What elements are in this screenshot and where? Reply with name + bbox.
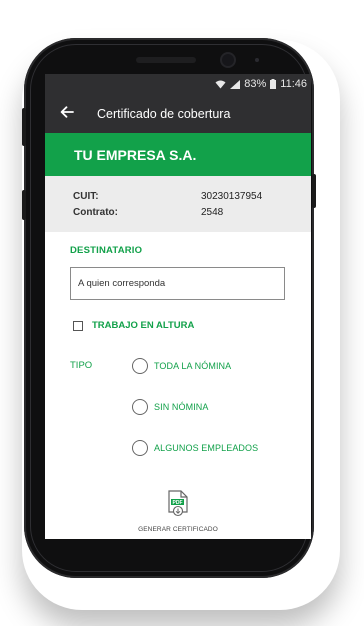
destinatario-label: DESTINATARIO xyxy=(70,245,143,256)
proximity-sensor xyxy=(255,58,259,62)
cuit-label: CUIT: xyxy=(73,191,99,202)
tipo-label: TIPO xyxy=(70,360,93,371)
radio-label: SIN NÓMINA xyxy=(154,402,209,412)
account-info: CUIT: 30230137954 Contrato: 2548 xyxy=(45,176,311,232)
cuit-row: CUIT: 30230137954 xyxy=(73,191,303,202)
pdf-download-icon: PDF xyxy=(167,490,189,523)
power-button xyxy=(312,174,316,208)
clock-time: 11:46 xyxy=(280,78,307,90)
destinatario-input[interactable] xyxy=(70,267,285,300)
wifi-icon xyxy=(215,80,226,89)
radio-circle[interactable] xyxy=(132,440,148,456)
radio-label: TODA LA NÓMINA xyxy=(154,361,232,371)
app-screen: 83% 11:46 Certificado de cobertura TU EM… xyxy=(45,74,311,539)
trabajo-altura-label: TRABAJO EN ALTURA xyxy=(92,320,195,331)
trabajo-altura-checkbox-row[interactable]: TRABAJO EN ALTURA xyxy=(73,320,194,331)
radio-sin-nomina[interactable]: SIN NÓMINA xyxy=(132,399,209,415)
battery-percent: 83% xyxy=(244,78,267,90)
trabajo-altura-checkbox[interactable] xyxy=(73,320,83,331)
radio-circle[interactable] xyxy=(132,358,148,374)
generate-certificate-button[interactable]: PDF GENERAR CERTIFICADO xyxy=(135,490,221,533)
back-arrow-icon xyxy=(60,105,74,123)
front-camera xyxy=(222,54,234,66)
contrato-value: 2548 xyxy=(201,207,224,218)
bixby-button xyxy=(22,190,26,220)
generate-certificate-label: GENERAR CERTIFICADO xyxy=(138,526,218,533)
app-bar: Certificado de cobertura xyxy=(45,94,311,133)
back-button[interactable] xyxy=(45,94,89,133)
earpiece-speaker xyxy=(136,57,196,63)
volume-button xyxy=(22,108,26,146)
radio-algunos-empleados[interactable]: ALGUNOS EMPLEADOS xyxy=(132,440,258,456)
company-banner: TU EMPRESA S.A. xyxy=(45,133,311,176)
signal-icon xyxy=(230,79,241,89)
radio-circle[interactable] xyxy=(132,399,148,415)
status-bar: 83% 11:46 xyxy=(45,74,311,94)
svg-text:PDF: PDF xyxy=(173,500,183,506)
page-title: Certificado de cobertura xyxy=(97,106,231,121)
contrato-row: Contrato: 2548 xyxy=(73,207,303,218)
company-name: TU EMPRESA S.A. xyxy=(74,146,197,163)
battery-icon xyxy=(270,79,277,89)
radio-label: ALGUNOS EMPLEADOS xyxy=(154,443,259,453)
contrato-label: Contrato: xyxy=(73,207,118,218)
cuit-value: 30230137954 xyxy=(201,191,263,202)
radio-toda-la-nomina[interactable]: TODA LA NÓMINA xyxy=(132,358,231,374)
